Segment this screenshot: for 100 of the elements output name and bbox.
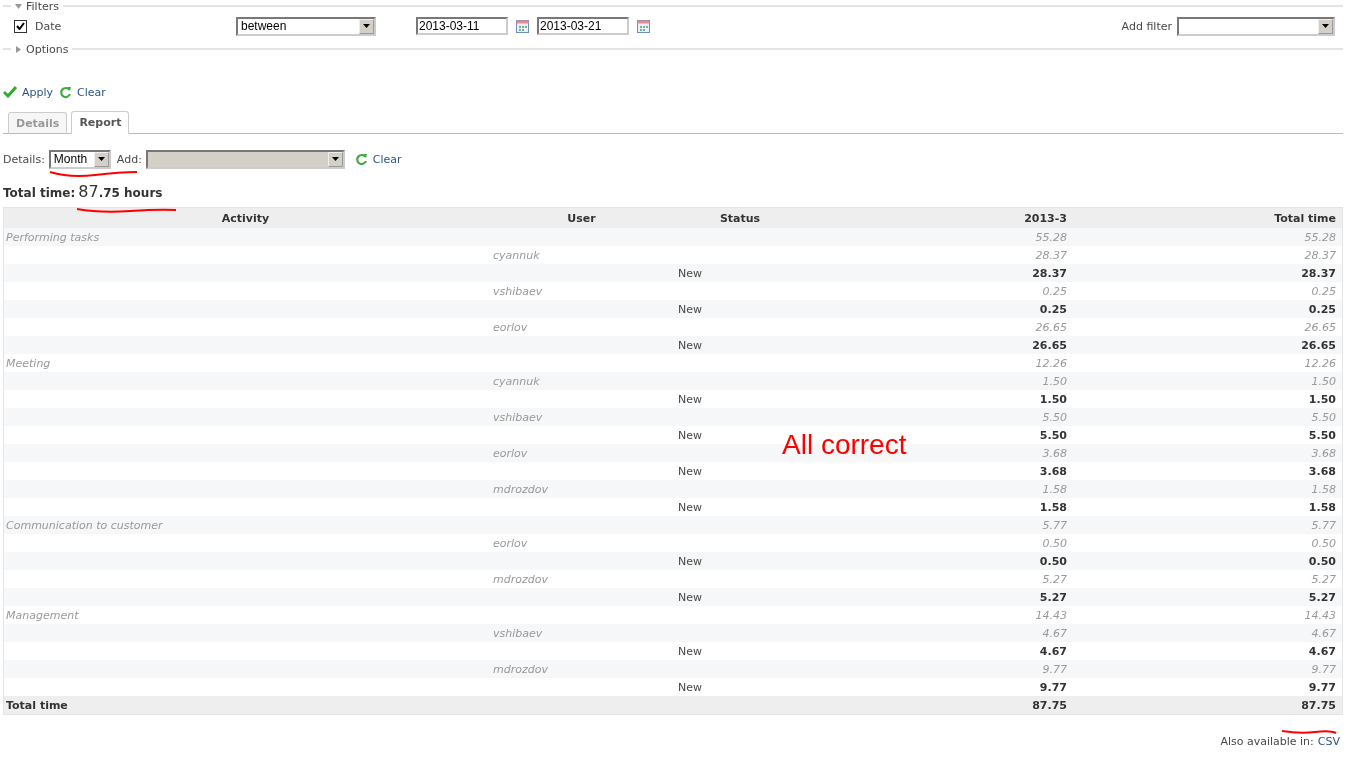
clear-link[interactable]: Clear [59,85,106,99]
status-cell-text: New [677,554,703,568]
hours-cell-text: 28.37 [1031,266,1068,280]
caret-icon [97,157,105,161]
annotation-text: All correct [782,429,907,461]
total-cell-text: 55.28 [1303,230,1337,244]
status-cell-text: New [677,338,703,352]
total-cell-text: 1.58 [1307,500,1337,514]
caret-icon [363,24,370,28]
operator-select[interactable]: between [236,16,376,36]
total-cell-text: 5.50 [1307,428,1337,442]
total-cell-text: 3.68 [1310,446,1337,460]
hours-cell-text: 9.77 [1038,680,1068,694]
hours-cell-text: 28.37 [1034,248,1068,262]
activity-cell-text: Performing tasks [5,230,101,244]
calendar-icon[interactable] [516,19,529,33]
date-to-field[interactable]: 2013-03-21 [537,17,629,35]
hours-cell-text: 55.28 [1034,230,1068,244]
total-cell-text: 3.68 [1307,464,1337,478]
filters-legend[interactable]: Filters [26,0,59,13]
hours-cell-text: 4.67 [1038,644,1068,658]
hours-cell-text: 3.68 [1038,464,1068,478]
total-cell-text: 1.58 [1310,482,1337,496]
add-filter-select[interactable] [1177,16,1335,36]
total-cell-text: 0.25 [1307,302,1337,316]
total-cell-text: 9.77 [1307,680,1337,694]
hours-cell-text: 26.65 [1031,338,1068,352]
add-label: Add: [116,152,142,166]
total-cell-text: 12.26 [1303,356,1337,370]
total-cell-text: 5.77 [1310,518,1337,532]
calendar-icon[interactable] [637,19,650,33]
status-cell-text: New [677,500,703,514]
apply-link[interactable]: Apply [3,85,54,99]
hours-cell-text: 0.25 [1041,284,1068,298]
user-cell-text: mdrozdov [492,482,549,496]
total-cell-text: 28.37 [1303,248,1337,262]
status-cell-text: New [677,266,703,280]
details-label: Details: [3,152,45,166]
total-cell-text: 0.25 [1310,284,1337,298]
caret-icon [1322,24,1329,28]
tab[interactable]: Report [71,111,130,134]
total-cell-text: 5.27 [1307,590,1337,604]
triangle-down-icon[interactable] [15,2,22,10]
user-cell-text: cyannuk [492,374,541,388]
user-cell-text: mdrozdov [492,572,549,586]
total-cell-text: 87.75 [1300,698,1337,712]
hours-cell-text: 0.50 [1038,554,1068,568]
total-cell-text: 1.50 [1310,374,1337,388]
hours-cell-text: 5.50 [1041,410,1068,424]
refresh-icon [59,85,73,99]
activity-cell-text: Management [5,608,80,622]
hours-cell-text: 3.68 [1041,446,1068,460]
total-time-label: Total time: [3,186,76,200]
underline-mark [1281,730,1337,734]
user-cell-text: eorlov [492,446,529,460]
hours-cell-text: 14.43 [1034,608,1068,622]
hours-cell-text: 5.77 [1041,518,1068,532]
user-cell-text: vshibaev [492,626,544,640]
hours-cell-text: 26.65 [1034,320,1068,334]
column-header: 2013-3 [1023,211,1068,225]
hours-cell-text: 5.50 [1038,428,1068,442]
status-cell-text: New [677,590,703,604]
column-header: Activity [220,211,271,225]
total-cell-text: 26.65 [1300,338,1337,352]
total-cell-text: 0.50 [1307,554,1337,568]
add-filter-label: Add filter [1121,19,1172,33]
footer-label: Total time [5,698,69,712]
clear-link[interactable]: Clear [354,152,402,166]
total-cell-text: 26.65 [1303,320,1337,334]
hours-cell-text: 1.50 [1041,374,1068,388]
user-cell-text: eorlov [492,320,529,334]
user-cell-text: cyannuk [492,248,541,262]
csv-link[interactable]: CSV [1317,735,1340,748]
user-cell-text: eorlov [492,536,529,550]
user-cell-text: vshibaev [492,284,544,298]
triangle-right-icon[interactable] [15,45,22,53]
details-select[interactable]: Month [48,149,111,169]
hours-cell-text: 5.27 [1038,590,1068,604]
column-header: Total time [1273,211,1337,225]
hours-cell-text: 1.58 [1041,482,1068,496]
hours-cell-text: 12.26 [1034,356,1068,370]
hours-cell-text: 9.77 [1041,662,1068,676]
total-cell-text: 14.43 [1303,608,1337,622]
total-time-value: 87.75 hours [78,182,163,201]
caret-icon [331,157,339,161]
total-cell-text: 28.37 [1300,266,1337,280]
date-checkbox[interactable] [14,19,27,33]
date-filter-label: Date [35,19,63,33]
date-from-field[interactable]: 2013-03-11 [416,17,508,35]
hours-cell-text: 1.50 [1038,392,1068,406]
total-cell-text: 5.27 [1310,572,1337,586]
status-cell-text: New [677,644,703,658]
hours-cell-text: 4.67 [1041,626,1068,640]
options-legend[interactable]: Options [26,42,69,56]
total-cell-text: 1.50 [1307,392,1337,406]
hours-cell-text: 0.25 [1038,302,1068,316]
column-header: Status [718,211,762,225]
status-cell-text: New [677,428,703,442]
total-cell-text: 9.77 [1310,662,1337,676]
status-cell-text: New [677,302,703,316]
